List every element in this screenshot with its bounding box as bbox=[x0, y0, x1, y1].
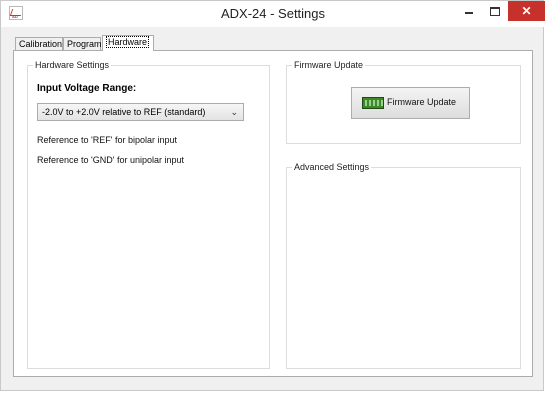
advanced-settings-group: Advanced Settings bbox=[286, 162, 521, 369]
tab-program[interactable]: Program bbox=[63, 37, 102, 50]
firmware-update-button[interactable]: Firmware Update bbox=[351, 87, 470, 119]
settings-window: AD ADX-24 - Settings ✕ Calibration Progr… bbox=[0, 0, 545, 391]
tab-hardware[interactable]: Hardware bbox=[102, 35, 154, 51]
firmware-update-title: Firmware Update bbox=[292, 60, 366, 70]
input-voltage-range-value: -2.0V to +2.0V relative to REF (standard… bbox=[42, 107, 206, 117]
firmware-update-group: Firmware Update Firmware Update bbox=[286, 60, 521, 144]
advanced-settings-title: Advanced Settings bbox=[292, 162, 372, 172]
tab-hardware-label: Hardware bbox=[106, 36, 150, 48]
firmware-update-button-label: Firmware Update bbox=[387, 97, 457, 107]
close-icon: ✕ bbox=[521, 4, 532, 18]
minimize-button[interactable] bbox=[456, 1, 482, 21]
hardware-settings-group: Hardware Settings Input Voltage Range: -… bbox=[27, 60, 270, 369]
input-voltage-label: Input Voltage Range: bbox=[37, 83, 137, 94]
client-area: Calibration Program Hardware Hardware Se… bbox=[9, 28, 537, 383]
close-button[interactable]: ✕ bbox=[508, 1, 545, 21]
chip-icon bbox=[362, 97, 384, 109]
tab-calibration[interactable]: Calibration bbox=[15, 37, 63, 50]
maximize-button[interactable] bbox=[482, 1, 508, 21]
hardware-settings-title: Hardware Settings bbox=[33, 60, 112, 70]
gnd-unipolar-note: Reference to 'GND' for unipolar input bbox=[37, 155, 185, 165]
maximize-icon bbox=[490, 7, 500, 17]
hardware-tab-page: Hardware Settings Input Voltage Range: -… bbox=[13, 50, 533, 377]
input-voltage-range-select[interactable]: -2.0V to +2.0V relative to REF (standard… bbox=[37, 103, 244, 121]
title-bar[interactable]: AD ADX-24 - Settings ✕ bbox=[1, 1, 545, 27]
ref-bipolar-note: Reference to 'REF' for bipolar input bbox=[37, 135, 178, 145]
chevron-down-icon: ⌄ bbox=[230, 107, 238, 117]
minimize-icon bbox=[465, 11, 473, 14]
